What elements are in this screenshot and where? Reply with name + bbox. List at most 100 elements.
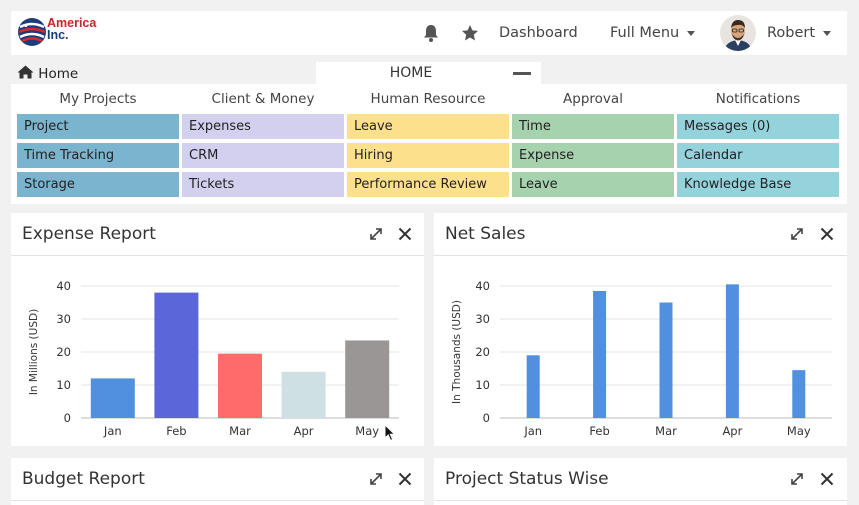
expand-icon[interactable] xyxy=(789,226,805,242)
y-tick-label: 0 xyxy=(483,411,490,425)
logo-line2: Inc. xyxy=(47,28,69,42)
breadcrumb[interactable]: Home xyxy=(17,65,78,82)
menu-item[interactable]: Project xyxy=(17,114,179,139)
chevron-down-icon xyxy=(823,30,832,36)
x-tick-label: Mar xyxy=(655,424,677,438)
x-tick-label: May xyxy=(355,424,379,438)
bar[interactable] xyxy=(792,370,806,418)
menu-item[interactable]: Tickets xyxy=(182,172,344,197)
bar[interactable] xyxy=(345,340,390,418)
close-icon[interactable] xyxy=(819,471,835,487)
widget-title: Expense Report xyxy=(22,224,156,244)
menu-item[interactable]: Expense xyxy=(512,143,674,168)
y-tick-label: 10 xyxy=(56,378,71,392)
bar[interactable] xyxy=(154,292,199,418)
home-icon xyxy=(17,65,34,79)
y-axis-label: In Thousands (USD) xyxy=(451,300,463,404)
menu-item[interactable]: Performance Review xyxy=(347,172,509,197)
close-icon[interactable] xyxy=(397,226,413,242)
net-sales-widget: Net Sales 0 10 20 30 40 In Thousands (USD) Jan… xyxy=(434,213,847,446)
breadcrumb-home-label: Home xyxy=(38,66,79,82)
menu-column: Notifications Messages (0) Calendar Knowled… xyxy=(677,84,839,197)
bell-icon[interactable] xyxy=(421,23,441,43)
minimize-icon[interactable] xyxy=(513,72,531,75)
project-status-widget: Project Status Wise xyxy=(434,458,847,505)
widget-title: Net Sales xyxy=(445,224,526,244)
menu-column-title: My Projects xyxy=(59,91,137,107)
x-tick-label: Feb xyxy=(589,424,609,438)
bar[interactable] xyxy=(90,378,135,418)
y-tick-label: 30 xyxy=(56,312,71,326)
budget-report-widget: Budget Report xyxy=(11,458,424,505)
x-tick-label: Feb xyxy=(166,424,186,438)
menu-item[interactable]: Time Tracking xyxy=(17,143,179,168)
x-tick-label: Apr xyxy=(722,424,742,438)
bar[interactable] xyxy=(659,302,673,419)
widget-header: Net Sales xyxy=(434,213,847,256)
x-tick-label: May xyxy=(787,424,811,438)
y-tick-label: 0 xyxy=(64,411,71,425)
star-icon[interactable] xyxy=(460,23,480,43)
menu-column-title: Approval xyxy=(563,91,623,107)
tab-home[interactable]: HOME xyxy=(316,62,541,84)
x-tick-label: Jan xyxy=(103,424,122,438)
flag-globe-icon xyxy=(18,18,46,46)
company-logo[interactable]: America Inc. xyxy=(17,17,105,47)
widget-title: Budget Report xyxy=(22,469,145,489)
full-menu-dropdown[interactable]: Full Menu xyxy=(610,25,696,41)
user-menu-dropdown[interactable]: Robert xyxy=(767,25,832,41)
menu-column-title: Notifications xyxy=(715,91,801,107)
expand-icon[interactable] xyxy=(368,471,384,487)
menu-item[interactable]: Hiring xyxy=(347,143,509,168)
menu-item[interactable]: CRM xyxy=(182,143,344,168)
expense-report-widget: Expense Report 0 10 20 30 40 In Millions (USD… xyxy=(11,213,424,446)
menu-item[interactable]: Knowledge Base xyxy=(677,172,839,197)
widget-header: Expense Report xyxy=(11,213,424,256)
menu-item[interactable]: Messages (0) xyxy=(677,114,839,139)
net-sales-chart: 0 10 20 30 40 In Thousands (USD) Jan Feb Mar Apr M… xyxy=(451,279,832,438)
menu-item[interactable]: Expenses xyxy=(182,114,344,139)
widget-header: Budget Report xyxy=(11,458,424,501)
menu-column-title: Client & Money xyxy=(211,91,315,107)
menu-column: Client & Money Expenses CRM Tickets xyxy=(182,84,344,197)
expand-icon[interactable] xyxy=(368,226,384,242)
logo-text: America Inc. xyxy=(47,17,96,42)
bar[interactable] xyxy=(281,371,326,418)
quick-menu-panel: My Projects Project Time Tracking Storage Cl… xyxy=(11,84,847,204)
menu-item[interactable]: Calendar xyxy=(677,143,839,168)
widget-header: Project Status Wise xyxy=(434,458,847,501)
menu-column: Approval Time Expense Leave xyxy=(512,84,674,197)
y-axis-label: In Millions (USD) xyxy=(28,309,40,395)
close-icon[interactable] xyxy=(819,226,835,242)
y-tick-label: 30 xyxy=(475,312,490,326)
menu-item[interactable]: Time xyxy=(512,114,674,139)
x-tick-label: Jan xyxy=(523,424,542,438)
menu-column-title: Human Resource xyxy=(370,91,486,107)
menu-item[interactable]: Leave xyxy=(347,114,509,139)
close-icon[interactable] xyxy=(397,471,413,487)
x-tick-label: Mar xyxy=(229,424,251,438)
avatar[interactable] xyxy=(720,15,756,51)
widget-title: Project Status Wise xyxy=(445,469,609,489)
expand-icon[interactable] xyxy=(789,471,805,487)
tab-home-label: HOME xyxy=(389,65,433,81)
y-tick-label: 20 xyxy=(56,345,71,359)
bar[interactable] xyxy=(218,353,262,418)
nav-row: Home HOME xyxy=(11,62,847,84)
menu-item[interactable]: Leave xyxy=(512,172,674,197)
x-tick-label: Apr xyxy=(294,424,314,438)
bar[interactable] xyxy=(593,290,607,418)
full-menu-label: Full Menu xyxy=(610,25,680,41)
bar[interactable] xyxy=(725,284,739,418)
bar[interactable] xyxy=(526,355,540,418)
chevron-down-icon xyxy=(687,30,696,36)
dashboard-link[interactable]: Dashboard xyxy=(499,25,578,41)
menu-column: Human Resource Leave Hiring Performance Rev… xyxy=(347,84,509,197)
menu-column: My Projects Project Time Tracking Storage xyxy=(17,84,179,197)
y-tick-label: 40 xyxy=(475,279,490,293)
y-tick-label: 10 xyxy=(475,378,490,392)
menu-item[interactable]: Storage xyxy=(17,172,179,197)
mouse-cursor-icon xyxy=(384,424,396,442)
top-bar: America Inc. Dashboard Full Menu Robert xyxy=(11,11,847,55)
y-tick-label: 20 xyxy=(475,345,490,359)
